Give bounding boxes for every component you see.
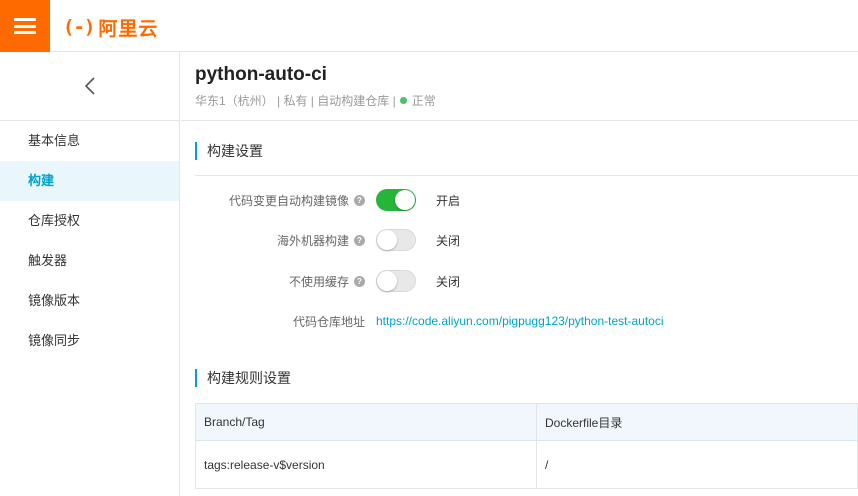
build-settings-title: 构建设置 [195,142,263,160]
build-rules-table: Branch/Tag Dockerfile目录 tags:release-v$v… [195,403,858,489]
no-cache-state: 关闭 [436,274,461,289]
divider [195,175,858,176]
page-title: python-auto-ci [195,64,327,85]
sidebar-item-repo-auth[interactable]: 仓库授权 [0,201,179,241]
overseas-build-row: 海外机器构建 ? 关闭 [181,227,858,253]
hamburger-icon [14,18,36,34]
logo-mark: (-) [63,16,95,38]
sidebar-item-triggers[interactable]: 触发器 [0,241,179,281]
auto-build-label-text: 代码变更自动构建镜像 [228,193,349,208]
repo-url-link[interactable]: https://code.aliyun.com/pigpugg123/pytho… [376,314,664,328]
repo-meta-text: 华东1（杭州） | 私有 | 自动构建仓库 | [195,94,396,108]
status-badge: 正常 [411,94,436,108]
sidebar: 基本信息 构建 仓库授权 触发器 镜像版本 镜像同步 [0,52,180,496]
column-header-branch-tag: Branch/Tag [195,403,537,441]
auto-build-row: 代码变更自动构建镜像 ? 开启 [181,187,858,213]
auto-build-state: 开启 [436,193,461,208]
chevron-left-icon [84,77,95,95]
overseas-build-state: 关闭 [436,233,461,248]
top-bar: (-) 阿里云 [0,0,858,52]
repo-header: python-auto-ci 华东1（杭州） | 私有 | 自动构建仓库 | 正… [181,52,858,121]
hamburger-menu-button[interactable] [0,0,50,52]
back-button[interactable] [0,52,179,121]
repo-url-label: 代码仓库地址 [292,314,365,329]
branch-tag-cell: tags:release-v$version [195,440,537,489]
overseas-build-label-text: 海外机器构建 [276,233,349,248]
main-content: python-auto-ci 华东1（杭州） | 私有 | 自动构建仓库 | 正… [181,52,858,496]
repo-meta: 华东1（杭州） | 私有 | 自动构建仓库 | 正常 [195,92,858,109]
no-cache-label-text: 不使用缓存 [288,274,349,289]
sidebar-nav: 基本信息 构建 仓库授权 触发器 镜像版本 镜像同步 [0,121,179,361]
help-icon[interactable]: ? [354,234,365,246]
no-cache-toggle[interactable] [376,270,416,292]
repo-url-row: 代码仓库地址 https://code.aliyun.com/pigpugg12… [181,308,858,334]
dockerfile-dir-cell: / [536,440,858,489]
table-row: tags:release-v$version / [195,440,858,489]
column-header-dockerfile-dir: Dockerfile目录 [536,403,858,441]
auto-build-label: 代码变更自动构建镜像 ? [181,192,365,209]
overseas-build-label: 海外机器构建 ? [181,232,365,249]
auto-build-toggle[interactable] [376,189,416,211]
sidebar-item-image-versions[interactable]: 镜像版本 [0,281,179,321]
status-dot-icon [399,97,407,104]
overseas-build-toggle[interactable] [376,229,416,251]
table-header-row: Branch/Tag Dockerfile目录 [195,403,858,441]
sidebar-item-basic-info[interactable]: 基本信息 [0,121,179,161]
sidebar-item-build[interactable]: 构建 [0,161,179,201]
sidebar-item-image-sync[interactable]: 镜像同步 [0,321,179,361]
no-cache-row: 不使用缓存 ? 关闭 [181,268,858,294]
no-cache-label: 不使用缓存 ? [181,273,365,290]
help-icon[interactable]: ? [354,194,365,206]
help-icon[interactable]: ? [354,275,365,287]
logo-text: 阿里云 [98,18,159,40]
build-rules-title: 构建规则设置 [195,369,291,387]
aliyun-logo[interactable]: (-) 阿里云 [63,15,159,40]
